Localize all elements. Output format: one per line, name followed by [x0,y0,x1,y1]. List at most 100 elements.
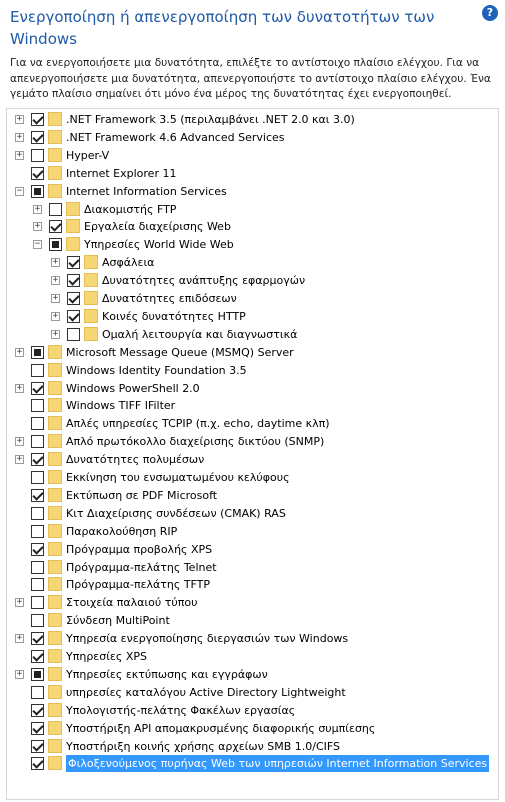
feature-checkbox[interactable] [31,130,44,144]
expand-icon[interactable]: + [15,347,24,357]
feature-checkbox[interactable] [31,399,44,413]
expand-icon[interactable]: + [51,294,60,303]
expand-icon[interactable]: + [15,598,24,608]
collapse-icon[interactable]: − [15,186,24,196]
feature-checkbox[interactable] [31,542,44,556]
feature-row[interactable]: + Microsoft Message Queue (MSMQ) Server [7,344,487,361]
feature-row[interactable]: Εκκίνηση του ενσωματωμένου κελύφους [7,469,487,486]
expand-icon[interactable]: + [51,329,60,339]
collapse-icon[interactable]: − [33,240,42,250]
feature-checkbox[interactable] [31,667,44,681]
feature-checkbox[interactable] [31,488,44,502]
feature-checkbox[interactable] [31,453,44,467]
feature-row[interactable]: + .NET Framework 4.6 Advanced Services [7,129,487,146]
feature-row[interactable]: + Απλό πρωτόκολλο διαχείρισης δικτύου (SN… [7,433,487,450]
feature-checkbox[interactable] [31,471,44,484]
feature-row[interactable]: + Στοιχεία παλαιού τύπου [7,594,487,611]
feature-checkbox[interactable] [31,113,44,126]
feature-checkbox[interactable] [31,184,44,198]
expand-icon[interactable]: + [15,132,24,142]
feature-checkbox[interactable] [49,238,62,252]
feature-checkbox[interactable] [31,757,44,771]
expand-icon[interactable]: + [15,669,24,679]
feature-checkbox[interactable] [31,650,44,663]
feature-checkbox[interactable] [31,381,44,395]
feature-row[interactable]: Υποστήριξη κοινής χρήσης αρχείων SMB 1.0… [7,738,487,755]
features-tree[interactable]: + .NET Framework 3.5 (περιλαμβάνει .NET 2… [6,108,499,800]
feature-checkbox[interactable] [31,703,44,717]
feature-checkbox[interactable] [49,220,62,234]
feature-checkbox[interactable] [31,578,44,592]
feature-checkbox[interactable] [31,166,44,180]
feature-checkbox[interactable] [31,524,44,538]
feature-row[interactable]: Υπολογιστής-πελάτης Φακέλων εργασίας [7,702,487,719]
feature-label: Δυνατότητες πολυμέσων [66,453,205,467]
expand-icon[interactable]: + [33,222,42,232]
folder-icon [48,702,62,717]
expand-icon[interactable]: + [15,383,24,393]
feature-checkbox[interactable] [67,309,80,323]
feature-row[interactable]: + Κοινές δυνατότητες HTTP [7,308,487,325]
feature-checkbox[interactable] [31,560,44,574]
feature-row[interactable]: + Εργαλεία διαχείρισης Web [7,218,487,235]
feature-row[interactable]: + Διακομιστής FTP [7,201,487,218]
feature-row[interactable]: + Υπηρεσία ενεργοποίησης διεργασιών των W… [7,630,487,647]
feature-row[interactable]: Πρόγραμμα-πελάτης Telnet [7,559,487,576]
expand-icon[interactable]: + [15,150,24,160]
feature-row[interactable]: + Hyper-V [7,147,487,164]
feature-checkbox[interactable] [31,435,44,449]
feature-row[interactable]: + Ασφάλεια [7,254,487,271]
feature-row[interactable]: Κιτ Διαχείρισης συνδέσεων (CMAK) RAS [7,505,487,522]
feature-checkbox[interactable] [31,148,44,162]
feature-checkbox[interactable] [31,685,44,699]
expand-icon[interactable]: + [33,204,42,214]
feature-checkbox[interactable] [31,614,44,628]
feature-checkbox[interactable] [31,739,44,753]
feature-row[interactable]: − Υπηρεσίες World Wide Web [7,236,487,253]
feature-row[interactable]: Σύνδεση MultiPoint [7,612,487,629]
expand-icon[interactable]: + [15,437,24,447]
folder-icon [48,595,62,610]
feature-checkbox[interactable] [31,506,44,520]
expand-icon[interactable]: + [51,258,60,268]
feature-label: Δυνατότητες ανάπτυξης εφαρμογών [102,274,306,288]
feature-row[interactable]: Windows Identity Foundation 3.5 [7,362,487,379]
expand-icon[interactable]: + [15,115,24,124]
feature-checkbox[interactable] [67,292,80,305]
feature-row[interactable]: Φιλοξενούμενος πυρήνας Web των υπηρεσιών… [7,755,490,773]
feature-checkbox[interactable] [31,632,44,646]
feature-checkbox[interactable] [67,274,80,288]
feature-checkbox[interactable] [31,345,44,359]
feature-row[interactable]: + Υπηρεσίες εκτύπωσης και εγγράφων [7,666,487,683]
feature-row[interactable]: Windows TIFF IFilter [7,397,487,414]
feature-row[interactable]: + Windows PowerShell 2.0 [7,380,487,397]
feature-row[interactable]: + Δυνατότητες πολυμέσων [7,451,487,468]
feature-row[interactable]: Παρακολούθηση RIP [7,523,487,540]
feature-checkbox[interactable] [67,256,80,270]
feature-checkbox[interactable] [49,202,62,216]
expand-icon[interactable]: + [51,311,60,321]
feature-row[interactable]: Απλές υπηρεσίες TCPIP (π.χ. echo, daytim… [7,415,487,432]
feature-label: Στοιχεία παλαιού τύπου [66,596,198,610]
feature-row[interactable]: + Δυνατότητες επιδόσεων [7,290,487,307]
feature-row[interactable]: Υπηρεσίες XPS [7,648,487,665]
feature-checkbox[interactable] [67,327,80,341]
feature-row[interactable]: + Δυνατότητες ανάπτυξης εφαρμογών [7,272,487,289]
expand-icon[interactable]: + [15,634,24,644]
feature-checkbox[interactable] [31,721,44,735]
feature-row[interactable]: Πρόγραμμα-πελάτης TFTP [7,576,487,593]
feature-row[interactable]: Internet Explorer 11 [7,165,487,182]
expand-icon[interactable]: + [15,455,24,465]
feature-checkbox[interactable] [31,596,44,610]
feature-checkbox[interactable] [31,363,44,377]
feature-checkbox[interactable] [31,417,44,431]
feature-row[interactable]: − Internet Information Services [7,183,487,200]
feature-row[interactable]: + Ομαλή λειτουργία και διαγνωστικά [7,326,487,343]
feature-row[interactable]: + .NET Framework 3.5 (περιλαμβάνει .NET 2… [7,111,487,128]
feature-row[interactable]: υπηρεσίες καταλόγου Active Directory Lig… [7,684,487,701]
feature-row[interactable]: Πρόγραμμα προβολής XPS [7,541,487,558]
expand-icon[interactable]: + [51,276,60,286]
help-icon[interactable]: ? [482,5,498,21]
feature-row[interactable]: Υποστήριξη API απομακρυσμένης διαφορικής… [7,720,487,737]
feature-row[interactable]: Εκτύπωση σε PDF Microsoft [7,487,487,504]
